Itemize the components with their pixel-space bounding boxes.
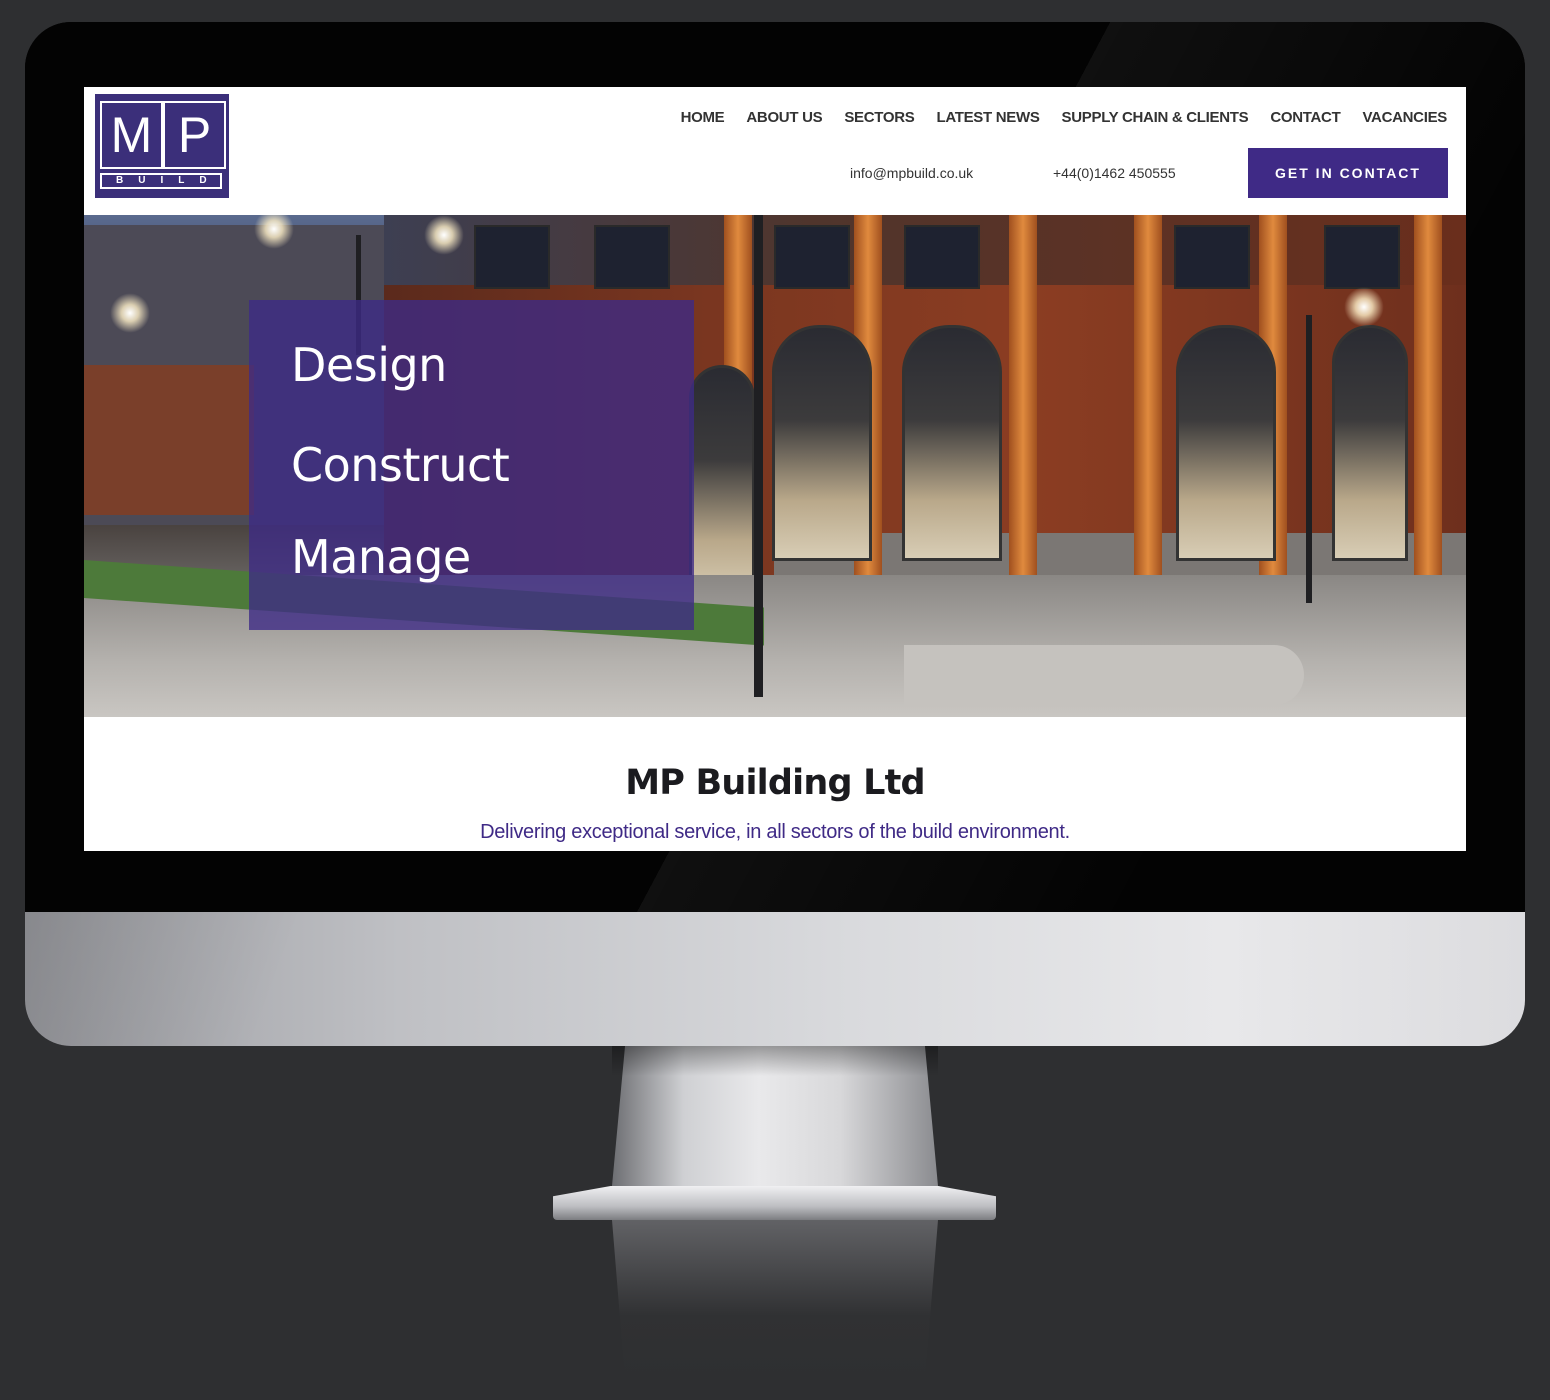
hero-window bbox=[774, 225, 850, 289]
nav-sectors[interactable]: SECTORS bbox=[844, 109, 914, 126]
logo-letter-m: M bbox=[100, 101, 163, 169]
hero-pillar bbox=[1414, 215, 1442, 585]
nav-about-us[interactable]: ABOUT US bbox=[746, 109, 822, 126]
hero-window bbox=[1174, 225, 1250, 289]
hero-arched-window bbox=[772, 325, 872, 561]
hero-background-brick bbox=[84, 365, 254, 515]
company-subtitle: Delivering exceptional service, in all s… bbox=[480, 821, 1070, 843]
hero-sidewalk bbox=[904, 645, 1304, 705]
hero-arched-window bbox=[1176, 325, 1276, 561]
hero-window bbox=[904, 225, 980, 289]
contact-phone-link[interactable]: +44(0)1462 450555 bbox=[1053, 165, 1176, 181]
nav-supply-chain-clients[interactable]: SUPPLY CHAIN & CLIENTS bbox=[1062, 109, 1249, 126]
hero-lamp-light bbox=[1344, 287, 1384, 327]
logo-tagline: BUILD bbox=[100, 173, 222, 189]
hero-arched-window bbox=[902, 325, 1002, 561]
hero-pillar bbox=[1009, 215, 1037, 585]
hero-lamp-pole bbox=[754, 215, 763, 697]
hero-word-construct: Construct bbox=[291, 438, 510, 492]
contact-email-link[interactable]: info@mpbuild.co.uk bbox=[850, 165, 973, 181]
chin-shade bbox=[25, 912, 1525, 1046]
mp-build-logo[interactable]: M P BUILD bbox=[95, 94, 229, 198]
hero-arched-window bbox=[689, 365, 755, 601]
hero-lamp-light bbox=[110, 293, 150, 333]
hero-arched-window bbox=[1332, 325, 1408, 561]
nav-home[interactable]: HOME bbox=[681, 109, 725, 126]
hero-banner: Design Construct Manage bbox=[84, 215, 1466, 717]
website-screen: M P BUILD HOME ABOUT US SECTORS LATEST N… bbox=[84, 87, 1466, 851]
company-title: MP Building Ltd bbox=[625, 763, 925, 803]
hero-tagline-panel: Design Construct Manage bbox=[249, 300, 694, 630]
nav-contact[interactable]: CONTACT bbox=[1270, 109, 1340, 126]
get-in-contact-button[interactable]: GET IN CONTACT bbox=[1248, 148, 1448, 198]
hero-window bbox=[594, 225, 670, 289]
stand-reflection bbox=[612, 1220, 938, 1380]
main-nav: HOME ABOUT US SECTORS LATEST NEWS SUPPLY… bbox=[681, 106, 1448, 128]
site-header: M P BUILD HOME ABOUT US SECTORS LATEST N… bbox=[84, 87, 1466, 215]
monitor-stand-base bbox=[553, 1186, 996, 1220]
stand-shadow bbox=[612, 1046, 938, 1076]
hero-lamp-light bbox=[424, 215, 464, 255]
hero-word-design: Design bbox=[291, 338, 447, 392]
hero-pillar bbox=[1134, 215, 1162, 585]
hero-window bbox=[1324, 225, 1400, 289]
nav-latest-news[interactable]: LATEST NEWS bbox=[936, 109, 1039, 126]
logo-letter-p: P bbox=[163, 101, 226, 169]
nav-vacancies[interactable]: VACANCIES bbox=[1362, 109, 1447, 126]
hero-lamp-pole bbox=[1306, 315, 1312, 603]
hero-window bbox=[474, 225, 550, 289]
hero-word-manage: Manage bbox=[291, 530, 471, 584]
